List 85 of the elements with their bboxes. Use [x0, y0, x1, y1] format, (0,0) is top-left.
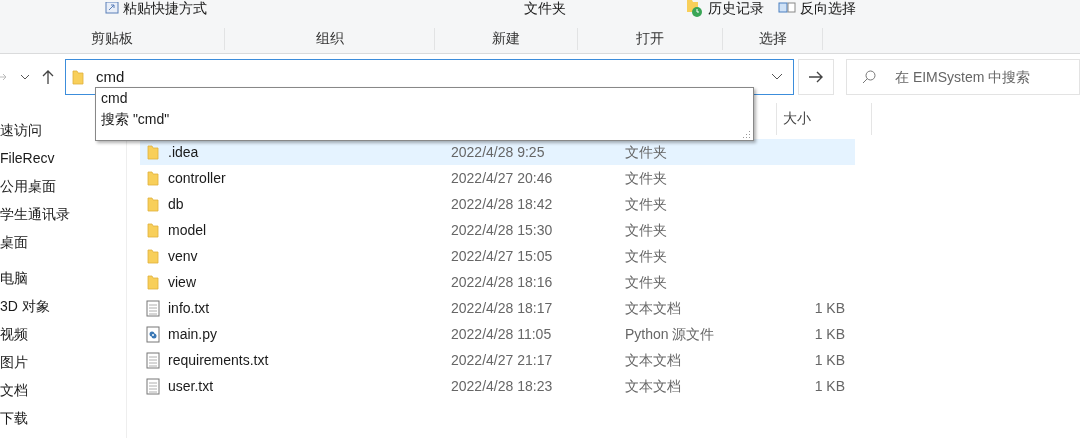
sidebar-item[interactable]: 公用桌面 — [0, 172, 126, 200]
ribbon-group-label: 打开 — [636, 29, 664, 48]
file-type: 文件夹 — [625, 168, 668, 188]
file-date: 2022/4/28 18:16 — [451, 272, 554, 292]
file-row[interactable]: model 2022/4/28 15:30 文件夹 — [140, 217, 855, 243]
folder-icon — [147, 144, 159, 160]
file-row[interactable]: db 2022/4/28 18:42 文件夹 — [140, 191, 855, 217]
file-type: 文件夹 — [625, 272, 668, 292]
file-row[interactable]: view 2022/4/28 18:16 文件夹 — [140, 269, 855, 295]
ribbon-command[interactable]: 文件夹 — [524, 0, 566, 18]
sidebar-item[interactable]: 学生通讯录 — [0, 200, 126, 228]
ribbon-group-label: 选择 — [758, 29, 787, 48]
file-type: Python 源文件 — [625, 324, 716, 344]
file-name: db — [168, 194, 185, 214]
file-size: 1 KB — [813, 376, 845, 396]
sidebar-item[interactable]: FileRecv — [0, 144, 126, 172]
file-row[interactable]: venv 2022/4/27 15:05 文件夹 — [140, 243, 855, 269]
folder-icon — [147, 248, 159, 264]
file-row[interactable]: user.txt 2022/4/28 18:23 文本文档 1 KB — [140, 373, 855, 399]
file-date: 2022/4/28 18:42 — [451, 194, 554, 214]
ribbon-command[interactable]: 粘贴快捷方式 — [105, 0, 207, 18]
file-date: 2022/4/28 18:23 — [451, 376, 554, 396]
go-button[interactable] — [798, 59, 834, 95]
file-type: 文件夹 — [625, 220, 668, 240]
file-name: .idea — [168, 142, 200, 162]
file-type: 文件夹 — [625, 194, 668, 214]
file-type: 文件夹 — [625, 246, 668, 266]
sidebar-item[interactable]: 桌面 — [0, 228, 126, 256]
file-type: 文本文档 — [625, 376, 682, 396]
file-size: 1 KB — [813, 350, 845, 370]
sidebar-item[interactable]: 视频 — [0, 320, 126, 348]
file-type: 文本文档 — [625, 350, 682, 370]
ribbon-group-label: 新建 — [492, 29, 520, 48]
folder-icon — [72, 69, 84, 85]
column-header[interactable]: 大小 — [783, 108, 811, 129]
file-name: user.txt — [168, 376, 215, 396]
file-date: 2022/4/28 18:17 — [451, 298, 554, 318]
file-name: requirements.txt — [168, 350, 270, 370]
file-date: 2022/4/28 9:25 — [451, 142, 546, 162]
chevron-down-icon[interactable] — [771, 73, 783, 81]
right-arrow-icon — [808, 71, 824, 83]
folder-icon — [147, 222, 159, 238]
ribbon-group-label: 剪贴板 — [91, 29, 133, 48]
folder-icon — [147, 196, 159, 212]
text-file-icon — [146, 299, 160, 317]
file-date: 2022/4/27 20:46 — [451, 168, 554, 188]
file-date: 2022/4/27 15:05 — [451, 246, 554, 266]
file-row[interactable]: info.txt 2022/4/28 18:17 文本文档 1 KB — [140, 295, 855, 321]
text-file-icon — [146, 377, 160, 395]
folder-icon — [147, 170, 159, 186]
file-name: main.py — [168, 324, 219, 344]
file-date: 2022/4/28 11:05 — [451, 324, 553, 344]
sidebar-item[interactable]: 图片 — [0, 348, 126, 376]
ribbon-command[interactable]: 反向选择 — [778, 0, 856, 18]
file-type: 文件夹 — [625, 142, 668, 162]
python-file-icon — [146, 325, 160, 343]
resize-grip-icon[interactable] — [743, 130, 751, 138]
file-row[interactable]: main.py 2022/4/28 11:05 Python 源文件 1 KB — [140, 321, 855, 347]
file-name: info.txt — [168, 298, 211, 318]
file-date: 2022/4/27 21:17 — [451, 350, 554, 370]
file-type: 文本文档 — [625, 298, 682, 318]
file-size: 1 KB — [813, 298, 845, 318]
file-name: view — [168, 272, 197, 292]
search-field[interactable]: 在 EIMSystem 中搜索 — [846, 59, 1080, 95]
chevron-down-icon[interactable] — [20, 73, 30, 81]
sidebar-item[interactable]: 文档 — [0, 376, 126, 404]
file-date: 2022/4/28 15:30 — [451, 220, 554, 240]
folder-icon — [147, 274, 159, 290]
sidebar-item[interactable]: 下载 — [0, 404, 126, 432]
search-icon — [862, 70, 876, 84]
file-row[interactable]: requirements.txt 2022/4/27 21:17 文本文档 1 KB — [140, 347, 855, 373]
file-row[interactable]: controller 2022/4/27 20:46 文件夹 — [140, 165, 855, 191]
up-arrow-icon[interactable] — [42, 70, 54, 84]
file-size: 1 KB — [813, 324, 845, 344]
file-name: controller — [168, 168, 227, 188]
text-file-icon — [146, 351, 160, 369]
sidebar-item[interactable]: 3D 对象 — [0, 292, 126, 320]
file-name: venv — [168, 246, 199, 266]
ribbon-group-label: 组织 — [315, 29, 344, 48]
file-name: model — [168, 220, 208, 240]
ribbon-command[interactable]: 历史记录 — [686, 0, 764, 18]
suggestion-item[interactable]: 搜索 "cmd" — [101, 109, 753, 130]
sidebar-item[interactable]: 电脑 — [0, 264, 126, 292]
shortcut-icon — [105, 2, 119, 14]
file-row[interactable]: .idea 2022/4/28 9:25 文件夹 — [140, 139, 855, 165]
